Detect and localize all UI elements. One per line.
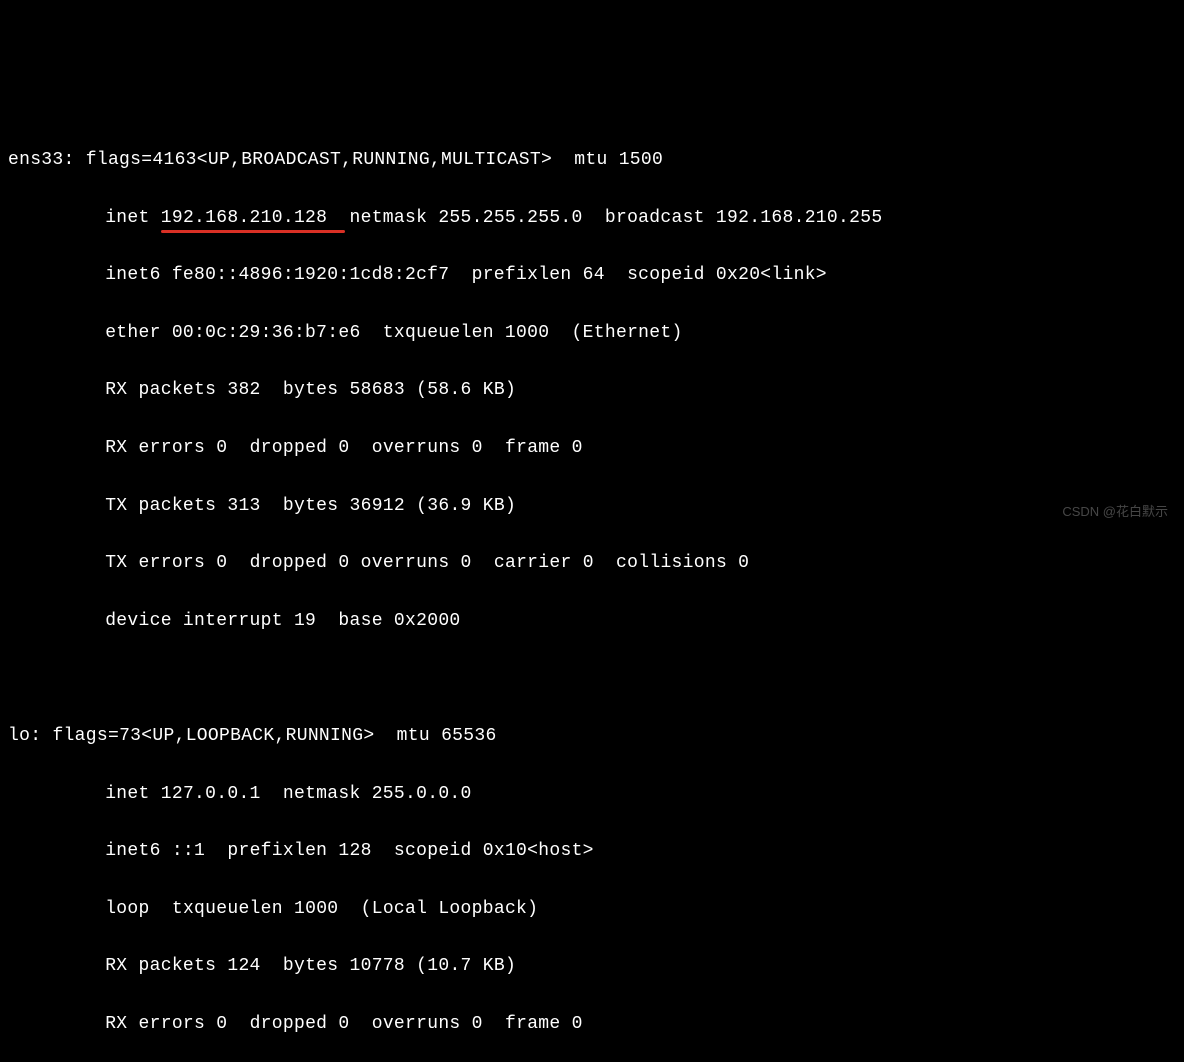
rx-errors-line: RX errors 0 dropped 0 overruns 0 frame 0 — [8, 1010, 1176, 1039]
iface-name: ens33 — [8, 150, 64, 170]
iface-header-line: ens33: flags=4163<UP,BROADCAST,RUNNING,M… — [8, 146, 1176, 175]
inet6-line: inet6 fe80::4896:1920:1cd8:2cf7 prefixle… — [8, 261, 1176, 290]
inet-line: inet 127.0.0.1 netmask 255.0.0.0 — [8, 780, 1176, 809]
iface-name: lo — [8, 726, 30, 746]
device-interrupt-line: device interrupt 19 base 0x2000 — [8, 607, 1176, 636]
watermark-text: CSDN @花白默示 — [1062, 502, 1168, 523]
loop-line: loop txqueuelen 1000 (Local Loopback) — [8, 895, 1176, 924]
inet6-line: inet6 ::1 prefixlen 128 scopeid 0x10<hos… — [8, 837, 1176, 866]
rx-errors-line: RX errors 0 dropped 0 overruns 0 frame 0 — [8, 434, 1176, 463]
blank-line — [8, 664, 1176, 693]
terminal-output: ens33: flags=4163<UP,BROADCAST,RUNNING,M… — [8, 117, 1176, 1062]
rx-packets-line: RX packets 382 bytes 58683 (58.6 KB) — [8, 376, 1176, 405]
inet-line: inet 192.168.210.128 netmask 255.255.255… — [8, 204, 1176, 233]
tx-errors-line: TX errors 0 dropped 0 overruns 0 carrier… — [8, 549, 1176, 578]
iface-header-line: lo: flags=73<UP,LOOPBACK,RUNNING> mtu 65… — [8, 722, 1176, 751]
tx-packets-line: TX packets 313 bytes 36912 (36.9 KB) — [8, 492, 1176, 521]
highlighted-ip: 192.168.210.128 — [161, 204, 328, 233]
ether-line: ether 00:0c:29:36:b7:e6 txqueuelen 1000 … — [8, 319, 1176, 348]
rx-packets-line: RX packets 124 bytes 10778 (10.7 KB) — [8, 952, 1176, 981]
